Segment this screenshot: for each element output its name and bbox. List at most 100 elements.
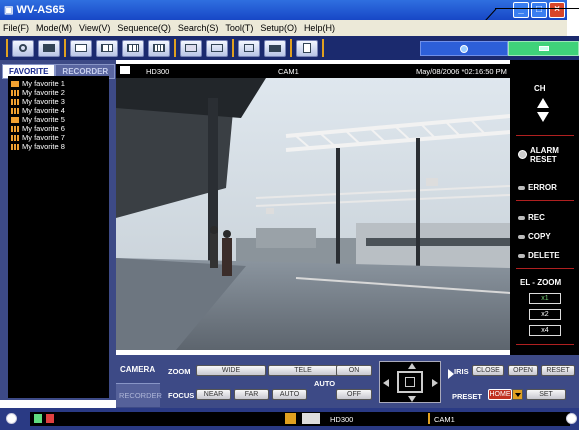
arrow-up-icon[interactable] [408,363,416,369]
snapshot-icon [244,44,254,52]
status-light-icon [460,44,468,53]
menu-search[interactable]: Search(S) [178,23,219,33]
nine-screen-icon [127,44,139,52]
preset-label: PRESET [452,392,483,401]
minimize-button[interactable]: _ [513,2,529,18]
zoom-x1-button[interactable]: x1 [529,293,561,304]
display-button[interactable] [38,39,60,57]
pan-tilt-pad[interactable] [379,361,441,403]
connection-status-panel[interactable] [508,41,579,56]
sixteen-screen-icon [11,143,19,150]
layout-16-button[interactable] [148,39,170,57]
preset-select[interactable]: HOME [488,389,512,400]
list-item[interactable]: My favorite 5 [8,115,109,124]
toolbar-separator [6,39,8,57]
favorite-label: My favorite 6 [22,124,65,133]
zoom-label: ZOOM [168,367,191,376]
auto-off-button[interactable]: OFF [336,389,372,400]
maximize-button[interactable]: □ [531,2,547,18]
quad-screen-icon [101,44,113,52]
menu-setup[interactable]: Setup(O) [260,23,297,33]
zoom-x4-button[interactable]: x4 [529,325,561,336]
play-icon[interactable] [302,413,320,424]
iris-reset-button[interactable]: RESET [541,365,575,376]
list-item[interactable]: My favorite 4 [8,106,109,115]
status-separator [428,413,430,424]
menu-tool[interactable]: Tool(T) [225,23,253,33]
camera-search-button[interactable] [12,39,34,57]
window-title: WV-AS65 [16,4,65,16]
monitor-icon [43,44,55,52]
wide-button[interactable]: WIDE [196,365,266,376]
datetime: May/08/2006 *02:16:50 PM [416,67,507,76]
error-label: ERROR [528,183,557,192]
sequence-button[interactable] [206,39,228,57]
channel-down-icon[interactable] [537,112,549,122]
far-button[interactable]: FAR [234,389,269,400]
channel-up-icon[interactable] [537,98,549,108]
copy-indicator: COPY [518,232,551,241]
rec-indicator: REC [518,213,545,222]
list-item[interactable]: My favorite 2 [8,88,109,97]
print-button[interactable] [264,39,286,57]
quad-screen-icon [11,125,19,132]
menu-view[interactable]: View(V) [79,23,110,33]
status-bar-icon [538,46,549,51]
divider [516,344,574,345]
arrow-right-icon[interactable] [432,379,438,387]
auto-focus-button[interactable]: AUTO [272,389,307,400]
iris-label: IRIS [454,367,469,376]
settings-button[interactable] [296,39,318,57]
favorite-label: My favorite 1 [22,79,65,88]
list-item[interactable]: My favorite 6 [8,124,109,133]
divider [516,200,574,201]
close-button[interactable]: × [549,2,565,18]
favorite-label: My favorite 8 [22,142,65,151]
layout-1-button[interactable] [70,39,92,57]
pad-inner-icon [405,377,415,387]
zoom-x2-button[interactable]: x2 [529,309,561,320]
list-item[interactable]: My favorite 7 [8,133,109,142]
iris-close-button[interactable]: CLOSE [472,365,504,376]
toolbar-separator [174,39,176,57]
status-bar: HD300 CAM1 [0,408,579,430]
print-icon [269,44,281,52]
iris-open-button[interactable]: OPEN [508,365,538,376]
arrow-down-icon[interactable] [408,396,416,402]
alarm-status-panel[interactable] [420,41,508,56]
list-item[interactable]: My favorite 3 [8,97,109,106]
tab-camera[interactable]: CAMERA [120,365,155,374]
record-icon [46,414,54,423]
preset-set-button[interactable]: SET [526,389,566,400]
status-right-icon[interactable] [566,413,577,424]
status-left-icon[interactable] [6,413,17,424]
menu-help[interactable]: Help(H) [304,23,335,33]
channel-label: CH [534,84,546,93]
menu-sequence[interactable]: Sequence(Q) [117,23,171,33]
video-header: HD300 CAM1 May/08/2006 *02:16:50 PM [116,64,510,78]
near-button[interactable]: NEAR [196,389,231,400]
arrow-left-icon[interactable] [383,379,389,387]
fullscreen-button[interactable] [180,39,202,57]
snapshot-button[interactable] [238,39,260,57]
right-panel: CH ALARM RESET ERROR REC COPY DELETE EL … [510,60,579,355]
layout-9-button[interactable] [122,39,144,57]
toolbar-separator [64,39,66,57]
tele-button[interactable]: TELE [268,365,338,376]
preset-dropdown[interactable] [512,389,523,400]
status-dropdown-icon[interactable] [285,413,296,424]
list-item[interactable]: My favorite 1 [8,79,109,88]
camera-video[interactable] [116,78,510,350]
error-indicator: ERROR [518,183,557,192]
menu-file[interactable]: File(F) [3,23,29,33]
auto-on-button[interactable]: ON [336,365,372,376]
divider [516,135,574,136]
tab-recorder[interactable]: RECORDER [119,391,162,400]
toolbar-separator [290,39,292,57]
layout-4-button[interactable] [96,39,118,57]
list-item[interactable]: My favorite 8 [8,142,109,151]
alarm-reset-button[interactable] [518,150,527,159]
delete-label: DELETE [528,251,560,260]
menu-mode[interactable]: Mode(M) [36,23,72,33]
delete-indicator: DELETE [518,251,560,260]
